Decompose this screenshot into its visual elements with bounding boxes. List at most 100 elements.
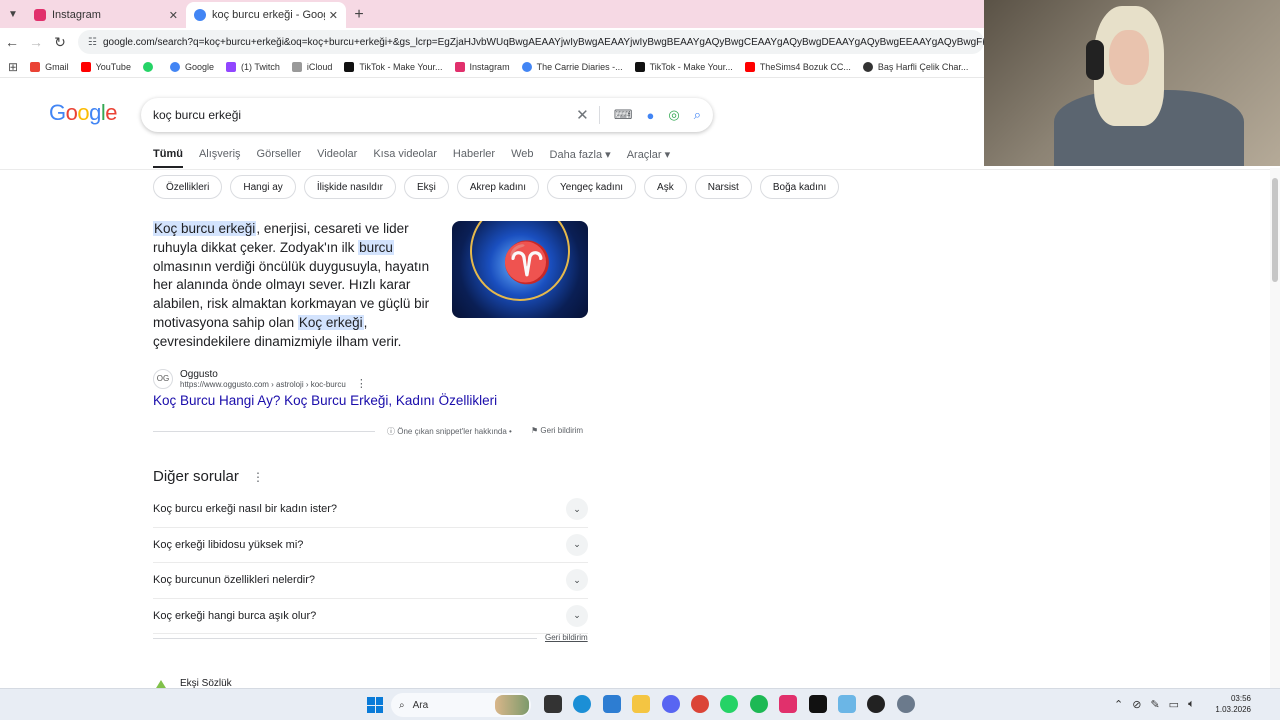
result-source[interactable]: OG Oggusto https://www.oggusto.com › ast…	[153, 367, 367, 390]
bookmark-icloud[interactable]: iCloud	[291, 61, 332, 72]
url-text: google.com/search?q=koç+burcu+erkeği&oq=…	[102, 36, 984, 48]
bookmark-gmail[interactable]: Gmail	[30, 61, 69, 72]
chip-boga-kadini[interactable]: Boğa kadını	[759, 175, 840, 199]
about-label: Öne çıkan snippet'ler hakkında	[397, 427, 507, 436]
app-icon[interactable]	[837, 695, 856, 713]
app-icon[interactable]	[867, 695, 886, 713]
lens-icon[interactable]: ◎	[668, 107, 679, 123]
bookmark-instagram[interactable]: Instagram	[454, 61, 510, 72]
apps-grid-icon[interactable]: ⊞	[8, 60, 18, 74]
feedback-link[interactable]: ⚑ Geri bildirim	[531, 426, 583, 435]
tiktok-icon[interactable]	[808, 695, 827, 713]
google-logo[interactable]: Google	[49, 100, 118, 126]
back-button[interactable]: ←	[0, 34, 24, 50]
paa-question[interactable]: Koç burcunun özellikleri nelerdir? ⌄	[153, 563, 588, 599]
pen-icon[interactable]: ✎	[1150, 698, 1159, 711]
bookmark-celik[interactable]: Baş Harfli Çelik Char...	[862, 61, 968, 72]
chevron-down-icon[interactable]: ⌄	[566, 533, 588, 556]
bookmark-google[interactable]: Google	[169, 61, 214, 72]
result-title-link[interactable]: Koç Burcu Hangi Ay? Koç Burcu Erkeği, Ka…	[153, 393, 497, 408]
bookmark-whatsapp[interactable]	[142, 61, 158, 72]
chip-iliskide[interactable]: İlişkide nasıldır	[303, 175, 396, 199]
paa-feedback-link[interactable]: Geri bildirim	[545, 633, 588, 642]
page-scrollbar[interactable]	[1270, 168, 1280, 688]
file-explorer-icon[interactable]	[632, 695, 651, 713]
tab-news[interactable]: Haberler	[453, 148, 495, 168]
paa-question[interactable]: Koç erkeği hangi burca aşık olur? ⌄	[153, 599, 588, 634]
site-info-icon[interactable]: ☷	[88, 37, 97, 48]
bookmark-tiktok[interactable]: TikTok - Make Your...	[344, 61, 443, 72]
edge-icon[interactable]	[573, 695, 592, 713]
chip-akrep-kadini[interactable]: Akrep kadını	[456, 175, 540, 199]
forward-button[interactable]: →	[24, 34, 48, 50]
new-tab-button[interactable]: +	[346, 2, 372, 28]
chevron-up-icon[interactable]: ⌃	[1114, 698, 1123, 711]
tab-title: Instagram	[52, 9, 101, 21]
more-options-icon[interactable]: ⋮	[356, 377, 367, 390]
tab-short-videos[interactable]: Kısa videolar	[373, 148, 437, 168]
search-input[interactable]: koç burcu erkeği	[153, 108, 576, 122]
bookmark-label: Instagram	[469, 61, 510, 72]
tab-search-icon[interactable]: ▼	[0, 0, 26, 28]
bookmark-carrie-diaries[interactable]: The Carrie Diaries -...	[521, 61, 623, 72]
bookmark-youtube[interactable]: YouTube	[80, 61, 131, 72]
reload-button[interactable]: ↻	[48, 34, 72, 51]
network-icon[interactable]: ⊘	[1132, 698, 1141, 711]
snippet-text: olmasının verdiği öncülük duygusuyla, ha…	[153, 258, 430, 330]
chevron-down-icon[interactable]: ⌄	[566, 604, 588, 627]
chip-yengec-kadini[interactable]: Yengeç kadını	[547, 175, 637, 199]
snippet-image[interactable]: ♈	[452, 221, 588, 318]
tab-videos[interactable]: Videolar	[317, 148, 357, 168]
display-icon[interactable]: ▭	[1169, 698, 1179, 711]
paa-question[interactable]: Koç erkeği libidosu yüksek mi? ⌄	[153, 528, 588, 563]
tab-instagram[interactable]: Instagram ✕	[26, 2, 186, 28]
taskbar-apps	[544, 695, 926, 713]
whatsapp-icon[interactable]	[720, 695, 739, 713]
bookmark-sims[interactable]: TheSims4 Bozuk CC...	[744, 61, 851, 72]
close-icon[interactable]: ✕	[329, 9, 338, 22]
task-view-icon[interactable]	[544, 695, 562, 713]
taskbar: ⌕ Ara ⌃ ⊘ ✎ ▭ 🔈︎ 03:56 1.03.2026	[0, 688, 1280, 720]
tab-all[interactable]: Tümü	[153, 148, 183, 168]
chevron-down-icon[interactable]: ⌄	[566, 569, 588, 592]
tab-images[interactable]: Görseller	[257, 148, 302, 168]
search-icon: ⌕	[399, 699, 405, 711]
volume-icon[interactable]: 🔈︎	[1188, 698, 1195, 711]
tab-more[interactable]: Daha fazla ▾	[550, 148, 611, 168]
settings-icon[interactable]	[896, 695, 915, 713]
windows-start-icon[interactable]	[367, 697, 383, 713]
chip-ask[interactable]: Aşk	[644, 175, 687, 199]
clear-icon[interactable]: ✕	[576, 106, 600, 124]
tab-tools[interactable]: Araçlar ▾	[627, 148, 670, 168]
paa-more-icon[interactable]: ⋮	[252, 470, 264, 484]
url-field[interactable]: ☷ google.com/search?q=koç+burcu+erkeği&o…	[78, 30, 984, 54]
youtube-icon	[80, 61, 91, 72]
chip-narsist[interactable]: Narsist	[694, 175, 752, 199]
clock[interactable]: 03:56 1.03.2026	[1213, 693, 1251, 715]
keyboard-icon[interactable]: ⌨	[614, 107, 633, 123]
about-snippets-link[interactable]: ⓘ Öne çıkan snippet'ler hakkında •	[387, 426, 512, 437]
discord-icon[interactable]	[661, 695, 680, 713]
paa-question[interactable]: Koç burcu erkeği nasıl bir kadın ister? ⌄	[153, 492, 588, 528]
bookmark-tiktok-2[interactable]: TikTok - Make Your...	[634, 61, 733, 72]
microphone-icon[interactable]: ●	[647, 108, 655, 123]
chip-eksi[interactable]: Ekşi	[403, 175, 449, 199]
question-text: Koç erkeği hangi burca aşık olur?	[153, 609, 317, 622]
chip-hangi-ay[interactable]: Hangi ay	[230, 175, 296, 199]
search-icon[interactable]: ⌕	[694, 107, 701, 123]
question-text: Koç erkeği libidosu yüksek mi?	[153, 538, 304, 551]
tab-web[interactable]: Web	[511, 148, 533, 168]
scroll-thumb[interactable]	[1272, 178, 1278, 282]
chevron-down-icon[interactable]: ⌄	[566, 498, 588, 521]
close-icon[interactable]: ✕	[169, 9, 178, 22]
chip-ozellikleri[interactable]: Özellikleri	[153, 175, 223, 199]
spotify-icon[interactable]	[749, 695, 768, 713]
instagram-icon[interactable]	[779, 695, 798, 713]
search-box[interactable]: koç burcu erkeği ✕ ⌨ ● ◎ ⌕	[141, 98, 713, 132]
chrome-icon[interactable]	[690, 695, 709, 713]
notepad-icon[interactable]	[602, 695, 621, 713]
bookmark-twitch[interactable]: (1) Twitch	[225, 61, 280, 72]
tab-google-search[interactable]: koç burcu erkeği - Google'da Ara ✕	[186, 2, 346, 28]
taskbar-search[interactable]: ⌕ Ara	[391, 693, 531, 717]
tab-shopping[interactable]: Alışveriş	[199, 148, 241, 168]
